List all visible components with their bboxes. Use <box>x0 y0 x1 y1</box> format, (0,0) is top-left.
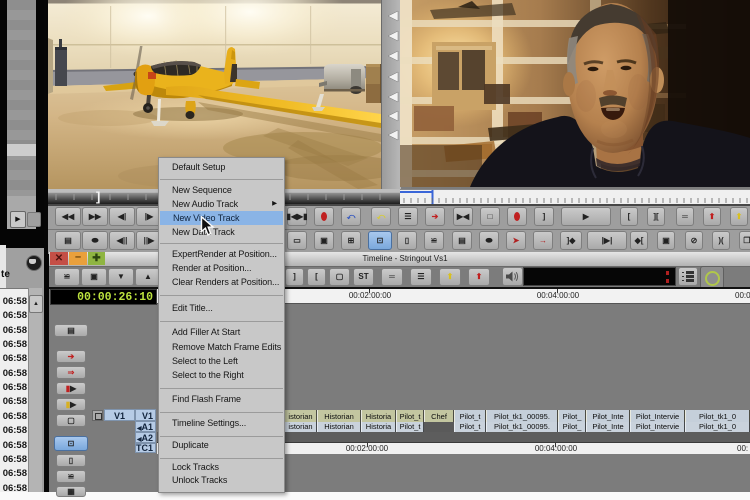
svg-text:]: ] <box>96 189 100 204</box>
